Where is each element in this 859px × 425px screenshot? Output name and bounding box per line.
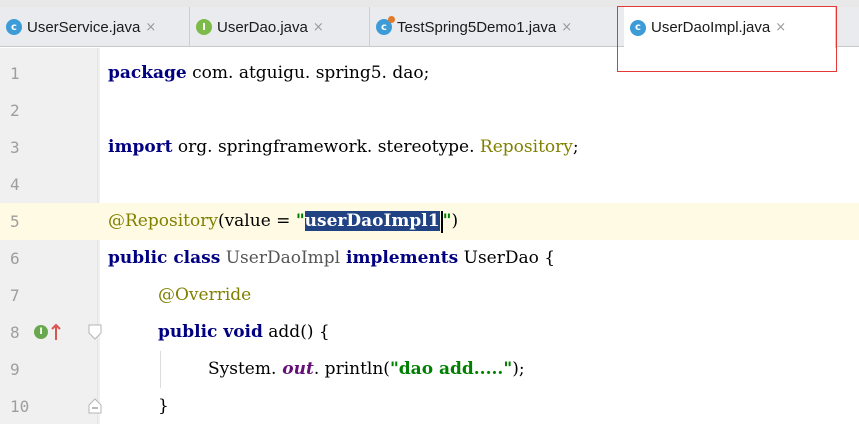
tab-userdaoimpl[interactable]: c UserDaoImpl.java × xyxy=(624,7,836,48)
code-line: 7 @Override xyxy=(0,277,859,314)
line-number: 5 xyxy=(10,212,20,231)
line-number: 4 xyxy=(10,175,20,194)
tab-label: UserDao.java xyxy=(217,18,308,36)
interface-icon: I xyxy=(196,19,212,35)
line-number: 7 xyxy=(10,286,20,305)
test-class-icon: c xyxy=(376,16,395,35)
code-text: import org. springframework. stereotype.… xyxy=(108,137,579,157)
editor-tab-bar: c UserService.java × I UserDao.java × c … xyxy=(0,7,859,48)
close-icon[interactable]: × xyxy=(145,20,156,35)
close-icon[interactable]: × xyxy=(313,20,324,35)
line-number: 1 xyxy=(10,64,20,83)
fold-end-icon[interactable] xyxy=(88,398,102,414)
code-line: 10 } xyxy=(0,388,859,425)
code-text: @Override xyxy=(158,285,252,305)
code-line: 4 xyxy=(0,166,859,203)
fold-icon[interactable] xyxy=(88,324,102,340)
class-icon: c xyxy=(630,19,646,36)
current-code-line: 5 @Repository(value = "userDaoImpl1 ") xyxy=(0,203,859,240)
code-text: package com. atguigu. spring5. dao; xyxy=(108,63,430,83)
tab-userdao[interactable]: I UserDao.java × xyxy=(190,7,370,47)
line-number: 2 xyxy=(10,101,20,120)
implements-method-icon[interactable]: I xyxy=(34,325,48,339)
code-text: @Repository(value = "userDaoImpl1 ") xyxy=(108,210,459,233)
indent-guide xyxy=(160,351,161,388)
tab-testspring5demo1[interactable]: c TestSpring5Demo1.java × xyxy=(370,7,618,47)
code-text: public void add() { xyxy=(158,322,330,342)
tab-label: UserDaoImpl.java xyxy=(651,19,771,36)
tab-label: TestSpring5Demo1.java xyxy=(397,18,557,36)
up-arrow-icon[interactable] xyxy=(50,323,62,341)
selected-text[interactable]: userDaoImpl1 xyxy=(304,211,440,231)
line-number: 10 xyxy=(10,397,30,416)
code-line: 6 public class UserDaoImpl implements Us… xyxy=(0,240,859,277)
line-number: 6 xyxy=(10,249,20,268)
tab-userservice[interactable]: c UserService.java × xyxy=(0,7,190,47)
close-icon[interactable]: × xyxy=(561,20,572,35)
class-icon: c xyxy=(6,19,22,35)
code-line: 2 xyxy=(0,92,859,129)
line-number: 9 xyxy=(10,360,20,379)
code-text: public class UserDaoImpl implements User… xyxy=(108,248,556,268)
line-number: 3 xyxy=(10,138,20,157)
code-line: 1 package com. atguigu. spring5. dao; xyxy=(0,55,859,92)
window-top-strip xyxy=(0,0,859,7)
code-line: 3 import org. springframework. stereotyp… xyxy=(0,129,859,166)
code-line: 8 I public void add() { xyxy=(0,314,859,351)
code-text: } xyxy=(158,396,169,416)
code-text: System. out. println("dao add....."); xyxy=(208,359,525,379)
tab-label: UserService.java xyxy=(27,18,141,36)
close-icon[interactable]: × xyxy=(775,20,786,35)
code-line: 9 System. out. println("dao add....."); xyxy=(0,351,859,388)
